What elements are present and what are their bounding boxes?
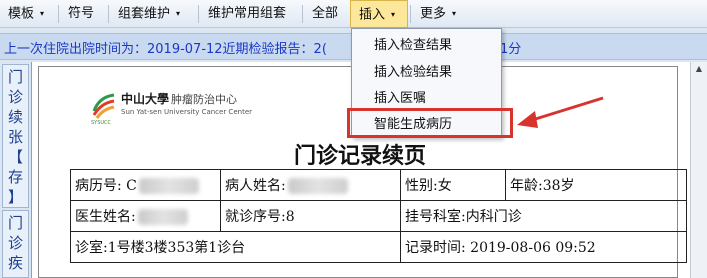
department-cell[interactable]: 挂号科室:内科门诊 [400, 200, 687, 232]
insert-label: 插入 [359, 7, 386, 23]
tab-outpatient-continuation[interactable]: 门 诊 续 张 【 存 】 [2, 64, 29, 208]
age-cell[interactable]: 年龄:38岁 [505, 169, 687, 201]
info-score: 1分 [500, 42, 522, 57]
record-header-table: 病历号: C 病人姓名: 性别:女 年龄:38岁 医生姓名: 就诊序号:8 挂号… [70, 169, 687, 263]
vtab-char: 诊 [7, 234, 23, 252]
gender-value: 性别:女 [405, 178, 452, 194]
redacted-patient-name [287, 178, 348, 194]
toolbar-divider [198, 5, 199, 23]
tab-outpatient-disease[interactable]: 门 诊 疾 [2, 210, 29, 278]
logo-mark-icon [92, 93, 115, 119]
vtab-char: 诊 [7, 88, 23, 106]
logo-abbreviation: SYSUCC [91, 120, 112, 126]
chevron-down-icon: ▾ [176, 9, 181, 18]
patient-name-cell[interactable]: 病人姓名: [220, 169, 401, 201]
vtab-char: 门 [7, 68, 23, 86]
patient-name-label: 病人姓名: [225, 178, 286, 194]
visit-number-value: 就诊序号:8 [225, 209, 295, 225]
vtab-char: 张 [7, 128, 23, 146]
hospital-logo: 中山大學 肿瘤防治中心 Sun Yat-sen University Cancer… [91, 88, 252, 128]
chevron-down-icon: ▾ [391, 10, 396, 19]
toolbar-divider [58, 5, 59, 23]
vtab-char: 存 [7, 168, 23, 186]
gender-cell[interactable]: 性别:女 [400, 169, 506, 201]
maintain-common-groups-label: 维护常用组套 [208, 6, 287, 21]
more-menu-button[interactable]: 更多 ▾ [412, 0, 472, 28]
department-value: 挂号科室:内科门诊 [405, 209, 522, 225]
logo-university-name: 中山大學 [121, 92, 170, 106]
logo-center-name: 肿瘤防治中心 [171, 93, 238, 106]
group-maintain-menu-button[interactable]: 组套维护 ▾ [110, 0, 198, 28]
insert-menu-button[interactable]: 插入 ▾ [350, 0, 408, 28]
menu-item-insert-lab-results[interactable]: 插入检验结果 [352, 60, 501, 86]
highlight-annotation-box [347, 108, 513, 138]
age-value: 年龄:38岁 [510, 178, 575, 194]
toolbar-divider [108, 5, 109, 23]
record-number-value: C [126, 178, 137, 194]
logo-english-name: Sun Yat-sen University Cancer Center [121, 108, 252, 116]
page-title: 门诊记录续页 [293, 143, 426, 169]
chevron-down-icon: ▾ [40, 9, 45, 18]
doctor-name-cell[interactable]: 医生姓名: [70, 200, 221, 232]
toolbar: 模板 ▾ 符号 组套维护 ▾ 维护常用组套 全部 插入 ▾ 更多 ▾ [0, 0, 707, 28]
table-row: 诊室:1号楼3楼353第1诊台 记录时间: 2019-08-06 09:52 [70, 231, 687, 263]
vertical-scrollbar[interactable]: ▲ [690, 62, 707, 278]
vtab-char: 续 [7, 108, 23, 126]
redacted-doctor-name [137, 209, 188, 225]
previous-visit-info[interactable]: 上一次住院出院时间为：2019-07-12近期检验报告：2( [4, 38, 327, 57]
room-cell[interactable]: 诊室:1号楼3楼353第1诊台 [70, 231, 401, 263]
template-menu-button[interactable]: 模板 ▾ [0, 0, 56, 28]
room-value: 诊室:1号楼3楼353第1诊台 [75, 240, 246, 256]
menu-item-insert-exam-results[interactable]: 插入检查结果 [352, 33, 501, 59]
redacted-record-number [138, 178, 199, 194]
annotation-arrow-icon [517, 96, 604, 128]
group-maintain-label: 组套维护 [118, 6, 171, 22]
toolbar-divider [302, 5, 303, 23]
vtab-char: 门 [7, 214, 23, 232]
vtab-char: 疾 [7, 254, 23, 272]
symbol-button[interactable]: 符号 [60, 0, 108, 28]
template-label: 模板 [8, 6, 35, 22]
table-row: 病历号: C 病人姓名: 性别:女 年龄:38岁 [70, 169, 687, 201]
vtab-char: 】 [7, 188, 23, 206]
scroll-up-icon[interactable]: ▲ [691, 64, 707, 78]
record-number-label: 病历号: [75, 178, 122, 194]
record-time-cell[interactable]: 记录时间: 2019-08-06 09:52 [400, 231, 687, 263]
symbol-label: 符号 [68, 6, 95, 21]
visit-number-cell[interactable]: 就诊序号:8 [220, 200, 401, 232]
doctor-name-label: 医生姓名: [75, 209, 136, 225]
maintain-common-groups-button[interactable]: 维护常用组套 [200, 0, 300, 28]
record-time-value: 记录时间: 2019-08-06 09:52 [405, 240, 596, 256]
toolbar-divider [410, 5, 411, 23]
table-row: 医生姓名: 就诊序号:8 挂号科室:内科门诊 [70, 200, 687, 232]
chevron-down-icon: ▾ [452, 9, 457, 18]
all-label: 全部 [312, 6, 339, 21]
record-number-cell[interactable]: 病历号: C [70, 169, 221, 201]
all-button[interactable]: 全部 [304, 0, 348, 28]
logo-chinese-name: 中山大學 肿瘤防治中心 [121, 90, 237, 107]
vtab-char: 【 [7, 148, 23, 166]
more-label: 更多 [420, 6, 447, 22]
